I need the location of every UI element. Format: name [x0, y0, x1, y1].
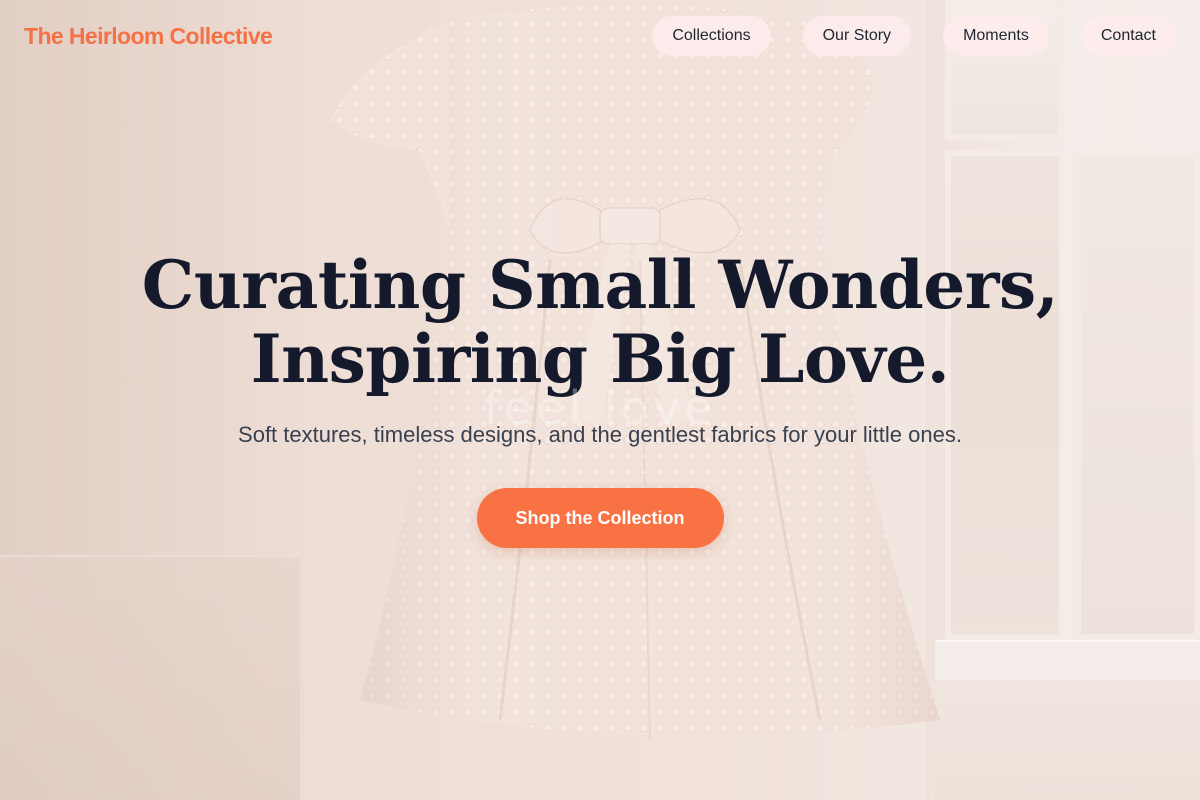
brand-logo[interactable]: The Heirloom Collective [24, 23, 273, 50]
nav-moments[interactable]: Moments [943, 16, 1049, 56]
hero-section: feel love Curating Small Wonders, Inspir… [0, 248, 1200, 548]
main-nav: Collections Our Story Moments Contact [652, 16, 1176, 56]
hero-subtitle: Soft textures, timeless designs, and the… [238, 422, 962, 447]
nav-our-story[interactable]: Our Story [802, 16, 912, 56]
hero-title: Curating Small Wonders, Inspiring Big Lo… [0, 248, 1200, 396]
nav-collections[interactable]: Collections [652, 16, 771, 56]
hero-title-line-1: Curating Small Wonders, [141, 246, 1059, 324]
shop-collection-button[interactable]: Shop the Collection [476, 488, 724, 548]
site-header: The Heirloom Collective Collections Our … [0, 0, 1200, 72]
nav-contact[interactable]: Contact [1080, 16, 1176, 56]
